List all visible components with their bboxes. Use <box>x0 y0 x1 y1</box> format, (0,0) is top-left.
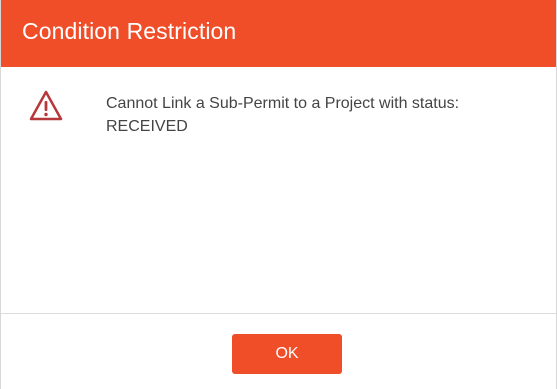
warning-icon <box>28 89 64 123</box>
dialog-message: Cannot Link a Sub-Permit to a Project wi… <box>106 95 460 135</box>
ok-button[interactable]: OK <box>232 334 342 374</box>
dialog-header: Condition Restriction <box>1 0 556 67</box>
dialog-title: Condition Restriction <box>22 18 237 44</box>
condition-restriction-dialog: Condition Restriction Cannot Link a Sub-… <box>0 0 557 389</box>
dialog-footer: OK <box>1 314 556 389</box>
dialog-body: Cannot Link a Sub-Permit to a Project wi… <box>1 67 556 313</box>
